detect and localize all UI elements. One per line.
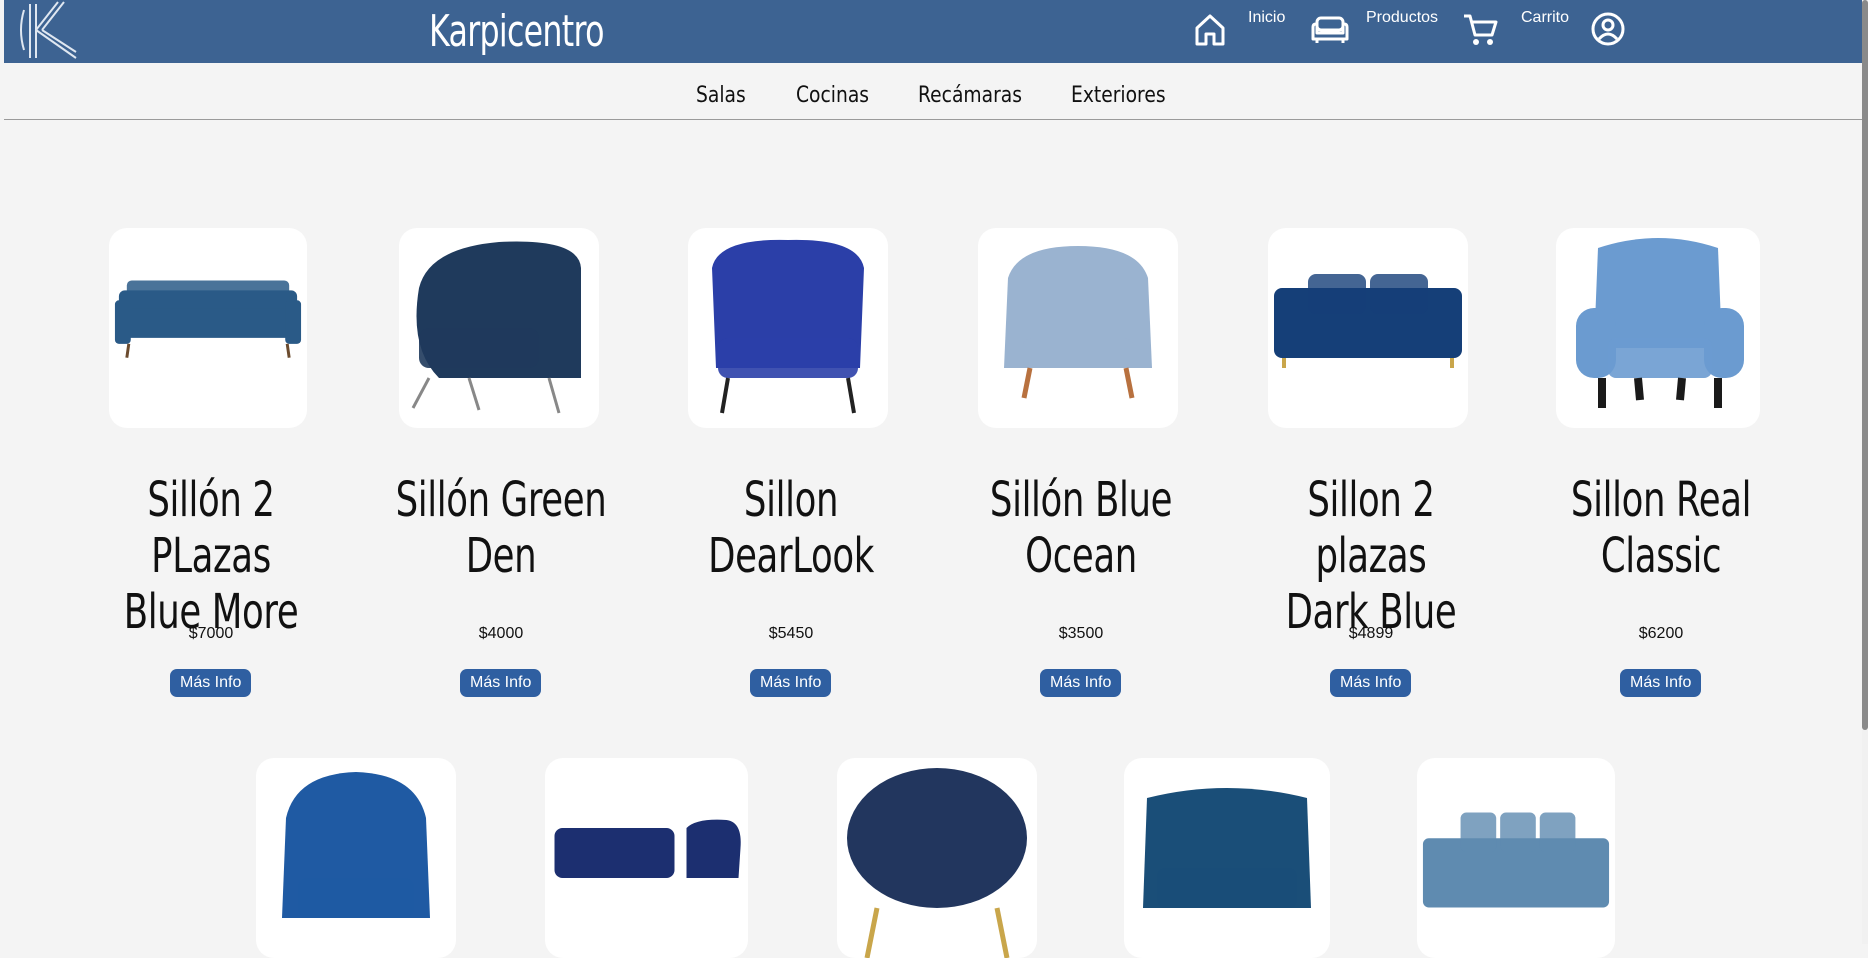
nav-productos-link[interactable]: Productos: [1366, 9, 1438, 27]
product-price: $4899: [1348, 625, 1394, 642]
scrollbar-thumb[interactable]: [1862, 0, 1868, 730]
scrollbar[interactable]: [1862, 0, 1868, 944]
mas-info-button[interactable]: Más Info: [750, 669, 832, 697]
sofa-icon[interactable]: [1309, 11, 1351, 47]
user-account-icon[interactable]: [1590, 11, 1626, 47]
product-name[interactable]: Sillón Green Den: [394, 472, 609, 584]
product-price: $5450: [768, 625, 814, 642]
mas-info-button[interactable]: Más Info: [1040, 669, 1122, 697]
product-image[interactable]: [688, 228, 888, 428]
product-name[interactable]: Sillon 2 plazas Dark Blue: [1264, 472, 1479, 640]
category-salas[interactable]: Salas: [696, 83, 746, 108]
brand-title[interactable]: Karpicentro: [429, 0, 604, 63]
top-header: Karpicentro Inicio Productos Carrito: [4, 0, 1862, 63]
category-recamaras[interactable]: Recámaras: [918, 83, 1022, 108]
product-image[interactable]: [1556, 228, 1760, 428]
product-name-line1: Sillón 2 PLazas: [147, 472, 275, 584]
product-name-line2: Den: [465, 528, 537, 584]
karpicentro-logo[interactable]: [16, 0, 78, 60]
product-image[interactable]: [978, 228, 1178, 428]
product-price: $6200: [1638, 625, 1684, 642]
product-name-line1: Sillon 2 plazas: [1307, 472, 1435, 584]
product-name-line1: Sillon Real: [1570, 472, 1752, 528]
product-image[interactable]: [837, 758, 1037, 958]
home-icon[interactable]: [1192, 11, 1228, 47]
product-name-line2: DearLook: [708, 528, 874, 584]
product-name-line2: Ocean: [1025, 528, 1137, 584]
category-nav: Salas Cocinas Recámaras Exteriores: [4, 63, 1862, 120]
product-name[interactable]: Sillon Real Classic: [1554, 472, 1769, 584]
product-name-line1: Sillon: [743, 472, 839, 528]
product-name-line1: Sillón Green: [395, 472, 607, 528]
product-price: $7000: [188, 625, 234, 642]
product-name-line2: Classic: [1600, 528, 1722, 584]
product-image[interactable]: [1124, 758, 1330, 958]
product-image[interactable]: [1268, 228, 1468, 428]
cart-icon[interactable]: [1462, 11, 1498, 47]
product-image[interactable]: [109, 228, 307, 428]
product-image[interactable]: [545, 758, 748, 958]
mas-info-button[interactable]: Más Info: [1330, 669, 1412, 697]
product-image[interactable]: [1417, 758, 1615, 958]
category-exteriores[interactable]: Exteriores: [1071, 83, 1166, 108]
page: Karpicentro Inicio Productos Carrito Sal…: [4, 0, 1862, 958]
mas-info-button[interactable]: Más Info: [170, 669, 252, 697]
mas-info-button[interactable]: Más Info: [1620, 669, 1702, 697]
product-image[interactable]: [256, 758, 456, 958]
mas-info-button[interactable]: Más Info: [460, 669, 542, 697]
product-name[interactable]: Sillón Blue Ocean: [974, 472, 1189, 584]
nav-carrito-link[interactable]: Carrito: [1521, 9, 1569, 27]
product-price: $3500: [1058, 625, 1104, 642]
product-name[interactable]: Sillon DearLook: [684, 472, 899, 584]
product-name[interactable]: Sillón 2 PLazas Blue More: [104, 472, 319, 640]
product-name-line1: Sillón Blue: [989, 472, 1173, 528]
category-cocinas[interactable]: Cocinas: [796, 83, 869, 108]
product-image[interactable]: [399, 228, 599, 428]
product-price: $4000: [478, 625, 524, 642]
nav-inicio-link[interactable]: Inicio: [1248, 9, 1285, 27]
